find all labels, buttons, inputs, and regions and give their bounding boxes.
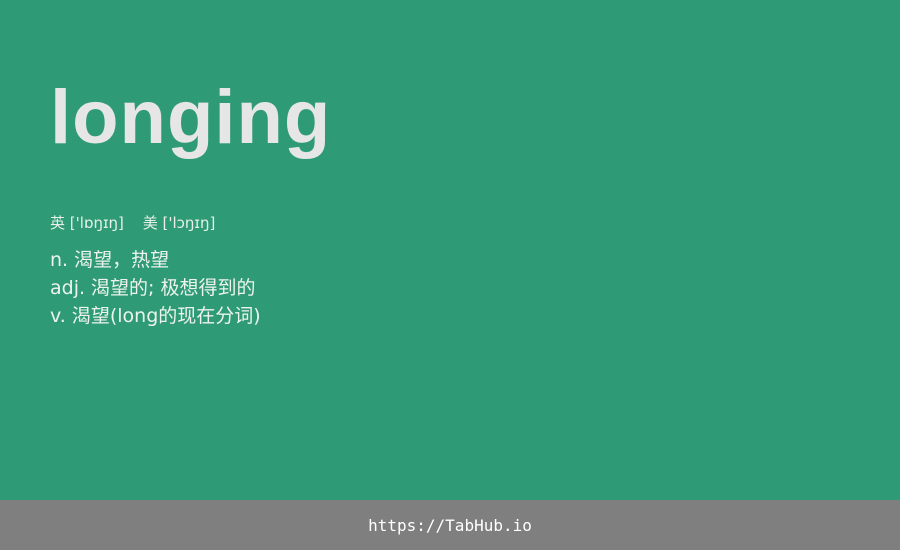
definition-adjective: adj. 渴望的; 极想得到的	[50, 277, 256, 299]
phonetics: 英 ['lɒŋɪŋ] 美 ['lɔŋɪŋ]	[50, 213, 229, 233]
definitions: n. 渴望，热望 adj. 渴望的; 极想得到的 v. 渴望(long的现在分词…	[50, 246, 261, 330]
definition-verb: v. 渴望(long的现在分词)	[50, 305, 261, 327]
word-card: longing 英 ['lɒŋɪŋ] 美 ['lɔŋɪŋ] n. 渴望，热望 a…	[0, 0, 900, 500]
phonetic-uk: 英 ['lɒŋɪŋ]	[50, 214, 129, 232]
phonetic-uk-ipa: ['lɒŋɪŋ]	[69, 214, 124, 232]
tabhub-link[interactable]: https://TabHub.io	[368, 516, 532, 535]
definition-noun: n. 渴望，热望	[50, 249, 170, 271]
phonetic-us-label: 美	[142, 214, 158, 232]
phonetic-us: 美 ['lɔŋɪŋ]	[143, 214, 216, 232]
headword: longing	[50, 75, 332, 160]
footer-bar: https://TabHub.io	[0, 500, 900, 550]
phonetic-us-ipa: ['lɔŋɪŋ]	[162, 214, 216, 232]
phonetic-uk-label: 英	[50, 214, 66, 232]
